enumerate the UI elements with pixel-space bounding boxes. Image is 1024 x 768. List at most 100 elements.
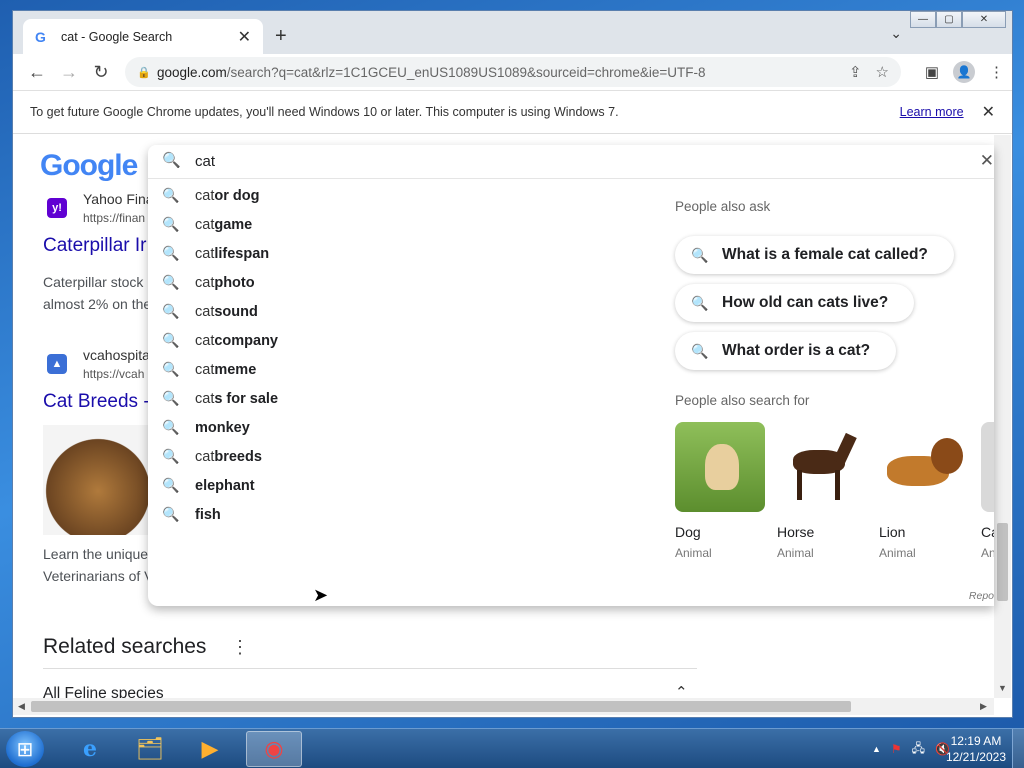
entity-card-lion[interactable]: Lion Animal bbox=[879, 422, 971, 560]
tab-close-icon[interactable]: ✕ bbox=[238, 27, 251, 47]
internet-explorer-icon[interactable]: e bbox=[62, 731, 118, 767]
result2-snippet-line1: Learn the unique bbox=[43, 546, 149, 562]
file-explorer-icon[interactable]: 🗂 bbox=[122, 731, 178, 767]
suggestion-item[interactable]: 🔍 cat game bbox=[162, 210, 642, 239]
suggestion-prefix: cat bbox=[195, 303, 215, 320]
suggestion-item[interactable]: 🔍 cat s for sale bbox=[162, 384, 642, 413]
paa-chip[interactable]: 🔍 What order is a cat? bbox=[675, 332, 897, 370]
suggestion-item[interactable]: 🔍 cat breeds bbox=[162, 442, 642, 471]
chrome-taskbar-icon[interactable]: ◉ bbox=[246, 731, 302, 767]
cat-breed-image[interactable] bbox=[43, 425, 153, 535]
people-also-search-heading: People also search for bbox=[675, 393, 810, 408]
media-player-icon[interactable]: ▶ bbox=[182, 731, 238, 767]
entity-name: Horse bbox=[777, 524, 815, 540]
search-input[interactable]: cat bbox=[195, 153, 215, 170]
network-icon[interactable]: 🖧 bbox=[912, 739, 925, 760]
suggestion-prefix: cat bbox=[195, 361, 215, 378]
google-doodle-logo[interactable]: Google bbox=[40, 149, 138, 183]
entity-card-horse[interactable]: Horse Animal bbox=[777, 422, 869, 560]
suggestion-item[interactable]: 🔍 fish bbox=[162, 500, 642, 529]
tab-google-search[interactable]: G cat - Google Search ✕ bbox=[23, 19, 263, 54]
search-icon: 🔍 bbox=[162, 477, 180, 493]
vertical-scrollbar[interactable]: ▼ bbox=[994, 135, 1011, 698]
share-icon[interactable]: ⇪ bbox=[849, 63, 862, 81]
chrome-menu-icon[interactable]: ⋮ bbox=[989, 63, 1004, 81]
related-searches-heading: Related searches bbox=[43, 635, 207, 658]
paa-chip[interactable]: 🔍 How old can cats live? bbox=[675, 284, 915, 322]
scroll-down-arrow-icon[interactable]: ▼ bbox=[998, 683, 1007, 693]
related-menu-icon[interactable]: ⋮ bbox=[231, 637, 249, 658]
horse-image bbox=[777, 422, 867, 512]
search-icon: 🔍 bbox=[691, 342, 709, 359]
suggestion-item[interactable]: 🔍 cat meme bbox=[162, 355, 642, 384]
side-panel-icon[interactable]: ▣ bbox=[925, 63, 939, 81]
chevron-up-icon[interactable]: ⌃ bbox=[675, 683, 688, 698]
suggestion-completion: s for sale bbox=[214, 390, 279, 407]
divider bbox=[43, 668, 697, 669]
show-desktop-button[interactable] bbox=[1012, 729, 1024, 768]
taskbar-clock[interactable]: 12:19 AM 12/21/2023 bbox=[946, 733, 1006, 765]
entity-card-dog[interactable]: Dog Animal bbox=[675, 422, 767, 560]
paa-chip[interactable]: 🔍 What is a female cat called? bbox=[675, 236, 954, 274]
search-autocomplete-dropdown: 🔍 cat ✕ 🔍 cat or dog 🔍 cat game 🔍 cat lifes… bbox=[148, 145, 994, 606]
vertical-scroll-thumb[interactable] bbox=[997, 523, 1008, 601]
back-button[interactable]: ← bbox=[21, 62, 53, 83]
scroll-left-arrow-icon[interactable]: ◀ bbox=[18, 701, 25, 712]
result2-source: vcahospita bbox=[83, 347, 150, 363]
entity-name: Dog bbox=[675, 524, 701, 540]
suggestion-item[interactable]: 🔍 cat or dog bbox=[162, 181, 642, 210]
clear-search-icon[interactable]: ✕ bbox=[980, 151, 994, 171]
suggestion-item[interactable]: 🔍 cat photo bbox=[162, 268, 642, 297]
suggestion-completion: elephant bbox=[195, 477, 255, 494]
maximize-button[interactable]: ▢ bbox=[936, 11, 962, 28]
learn-more-link[interactable]: Learn more bbox=[900, 105, 964, 119]
profile-avatar-icon[interactable]: 👤 bbox=[953, 61, 975, 83]
new-tab-button[interactable]: + bbox=[275, 25, 287, 48]
forward-button[interactable]: → bbox=[53, 62, 85, 83]
window-close-button[interactable]: ✕ bbox=[962, 11, 1006, 28]
suggestion-item[interactable]: 🔍 cat company bbox=[162, 326, 642, 355]
result1-title-link[interactable]: Caterpillar Ir bbox=[43, 235, 146, 257]
chrome-window: G cat - Google Search ✕ + ⌄ — ▢ ✕ ← → ↻ … bbox=[12, 10, 1013, 718]
entity-type: An bbox=[981, 546, 994, 560]
horizontal-scroll-thumb[interactable] bbox=[31, 701, 851, 712]
lion-image bbox=[879, 422, 969, 512]
dog-image bbox=[675, 422, 765, 512]
entity-type: Animal bbox=[675, 546, 712, 560]
suggestion-item[interactable]: 🔍 cat sound bbox=[162, 297, 642, 326]
bookmark-star-icon[interactable]: ☆ bbox=[876, 63, 889, 81]
show-hidden-icons-icon[interactable]: ▲ bbox=[872, 744, 881, 754]
horizontal-scrollbar[interactable]: ◀ ▶ bbox=[13, 698, 994, 715]
paa-question: What is a female cat called? bbox=[722, 246, 928, 263]
address-bar[interactable]: 🔒 google.com/search?q=cat&rlz=1C1GCEU_en… bbox=[125, 57, 901, 87]
url-path: /search?q=cat&rlz=1C1GCEU_enUS1089US1089… bbox=[226, 64, 706, 80]
action-center-flag-icon[interactable]: ⚑ bbox=[891, 742, 902, 756]
search-icon: 🔍 bbox=[162, 361, 180, 377]
suggestion-completion: photo bbox=[214, 274, 255, 291]
reload-button[interactable]: ↻ bbox=[85, 62, 117, 83]
suggestion-item[interactable]: 🔍 elephant bbox=[162, 471, 642, 500]
result1-url[interactable]: https://finan bbox=[83, 211, 145, 225]
start-button[interactable]: ⊞ bbox=[6, 731, 44, 767]
infobar-close-icon[interactable]: ✕ bbox=[982, 102, 995, 122]
search-box[interactable]: 🔍 cat ✕ bbox=[148, 145, 994, 179]
result2-title-link[interactable]: Cat Breeds - bbox=[43, 391, 150, 413]
minimize-button[interactable]: — bbox=[910, 11, 936, 28]
related-item-feline-species[interactable]: All Feline species bbox=[43, 685, 164, 698]
report-link[interactable]: Repo bbox=[969, 590, 994, 602]
search-icon: 🔍 bbox=[162, 448, 180, 464]
suggestion-item[interactable]: 🔍 monkey bbox=[162, 413, 642, 442]
tab-strip: G cat - Google Search ✕ + ⌄ — ▢ ✕ bbox=[13, 11, 1012, 54]
suggestion-completion: meme bbox=[214, 361, 257, 378]
lock-icon[interactable]: 🔒 bbox=[137, 66, 157, 79]
result2-url[interactable]: https://vcah bbox=[83, 367, 144, 381]
entity-card-partial[interactable]: Ca An bbox=[981, 422, 994, 560]
url-text[interactable]: google.com/search?q=cat&rlz=1C1GCEU_enUS… bbox=[157, 65, 835, 80]
scroll-right-arrow-icon[interactable]: ▶ bbox=[980, 701, 987, 712]
search-icon: 🔍 bbox=[162, 274, 180, 290]
tab-search-button[interactable]: ⌄ bbox=[890, 25, 902, 42]
search-icon: 🔍 bbox=[162, 187, 180, 203]
suggestion-completion: company bbox=[214, 332, 279, 349]
windows-taskbar: ⊞ e 🗂 ▶ ◉ ▲ ⚑ 🖧 🔇 12:19 AM 12/21/2023 bbox=[0, 728, 1024, 768]
suggestion-item[interactable]: 🔍 cat lifespan bbox=[162, 239, 642, 268]
